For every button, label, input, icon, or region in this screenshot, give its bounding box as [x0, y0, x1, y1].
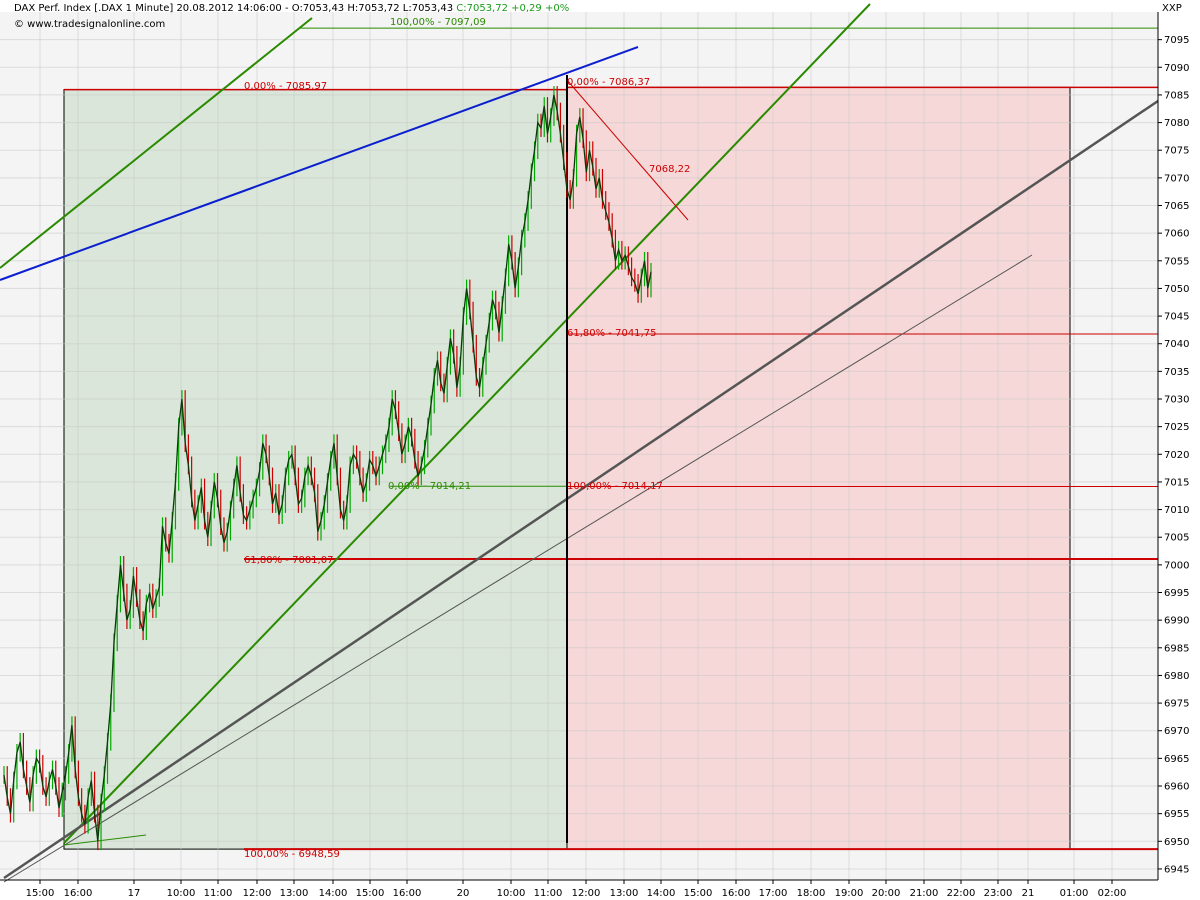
x-tick-label-14: 13:00 — [610, 888, 639, 899]
y-tick-label-20: 7045 — [1164, 312, 1189, 323]
x-tick-label-12: 11:00 — [534, 888, 563, 899]
red-fib-box — [567, 87, 1070, 849]
y-tick-label-21: 7050 — [1164, 284, 1189, 295]
y-tick-label-6: 6975 — [1164, 699, 1189, 710]
y-tick-label-5: 6970 — [1164, 726, 1189, 737]
fib-label-0: 100,00% - 7097,09 — [390, 17, 486, 28]
y-tick-label-8: 6985 — [1164, 643, 1189, 654]
x-tick-label-0: 15:00 — [26, 888, 55, 899]
y-tick-label-29: 7090 — [1164, 63, 1189, 74]
y-tick-label-24: 7065 — [1164, 201, 1189, 212]
y-tick-label-2: 6955 — [1164, 809, 1189, 820]
y-tick-label-26: 7075 — [1164, 146, 1189, 157]
green-fib-box — [64, 90, 567, 850]
symbol-label: XXP — [1162, 3, 1182, 14]
x-tick-label-16: 15:00 — [684, 888, 713, 899]
x-tick-label-20: 19:00 — [835, 888, 864, 899]
y-tick-label-4: 6965 — [1164, 754, 1189, 765]
y-tick-label-13: 7010 — [1164, 505, 1189, 516]
x-tick-label-18: 17:00 — [759, 888, 788, 899]
x-tick-label-19: 18:00 — [797, 888, 826, 899]
header-instrument: DAX Perf. Index [.DAX 1 Minute] 20.08.20… — [14, 3, 453, 14]
x-tick-label-17: 16:00 — [722, 888, 751, 899]
y-tick-label-1: 6950 — [1164, 837, 1189, 848]
y-tick-label-12: 7005 — [1164, 533, 1189, 544]
x-tick-label-22: 21:00 — [910, 888, 939, 899]
x-tick-label-11: 10:00 — [497, 888, 526, 899]
fib-label-3: 7068,22 — [649, 164, 690, 175]
fib-label-7: 61,80% - 7001,07 — [244, 555, 333, 566]
y-tick-label-25: 7070 — [1164, 173, 1189, 184]
x-tick-label-4: 11:00 — [204, 888, 233, 899]
y-tick-label-11: 7000 — [1164, 560, 1189, 571]
x-tick-label-6: 13:00 — [280, 888, 309, 899]
x-tick-label-26: 01:00 — [1060, 888, 1089, 899]
x-tick-label-23: 22:00 — [947, 888, 976, 899]
x-tick-label-13: 12:00 — [572, 888, 601, 899]
x-tick-label-1: 16:00 — [64, 888, 93, 899]
x-tick-label-8: 15:00 — [356, 888, 385, 899]
y-tick-label-17: 7030 — [1164, 395, 1189, 406]
x-tick-label-2: 17 — [128, 888, 141, 899]
y-tick-label-19: 7040 — [1164, 339, 1189, 350]
y-tick-label-9: 6990 — [1164, 616, 1189, 627]
fib-label-6: 100,00% - 7014,17 — [567, 481, 663, 492]
y-tick-label-14: 7015 — [1164, 477, 1189, 488]
y-tick-label-23: 7060 — [1164, 229, 1189, 240]
header-change: C:7053,72 +0,29 +0% — [456, 3, 569, 14]
fib-label-5: 0,00% - 7014,21 — [388, 481, 471, 492]
x-tick-label-7: 14:00 — [319, 888, 348, 899]
y-tick-label-18: 7035 — [1164, 367, 1189, 378]
price-chart[interactable]: 100,00% - 7097,09 0,00% - 7085,97 0,00% - … — [0, 0, 1200, 900]
x-tick-label-5: 12:00 — [243, 888, 272, 899]
y-tick-label-10: 6995 — [1164, 588, 1189, 599]
chart-window: 100,00% - 7097,09 0,00% - 7085,97 0,00% - … — [0, 0, 1200, 900]
y-tick-label-3: 6960 — [1164, 782, 1189, 793]
y-tick-label-28: 7085 — [1164, 90, 1189, 101]
y-tick-label-7: 6980 — [1164, 671, 1189, 682]
source-credit: © www.tradesignalonline.com — [14, 19, 165, 30]
header-quote: DAX Perf. Index [.DAX 1 Minute] 20.08.20… — [14, 3, 569, 14]
x-tick-label-10: 20 — [457, 888, 470, 899]
fib-label-2: 0,00% - 7086,37 — [567, 77, 650, 88]
x-tick-label-21: 20:00 — [872, 888, 901, 899]
fib-label-1: 0,00% - 7085,97 — [244, 81, 327, 92]
x-tick-label-3: 10:00 — [167, 888, 196, 899]
x-tick-label-15: 14:00 — [647, 888, 676, 899]
y-tick-label-16: 7025 — [1164, 422, 1189, 433]
y-tick-label-27: 7080 — [1164, 118, 1189, 129]
y-tick-label-22: 7055 — [1164, 256, 1189, 267]
x-tick-label-25: 21 — [1022, 888, 1035, 899]
y-tick-label-0: 6945 — [1164, 864, 1189, 875]
y-tick-label-15: 7020 — [1164, 450, 1189, 461]
fib-label-8: 100,00% - 6948,59 — [244, 849, 340, 860]
x-tick-label-27: 02:00 — [1098, 888, 1127, 899]
fib-label-4: 61,80% - 7041,75 — [567, 328, 656, 339]
x-tick-label-24: 23:00 — [984, 888, 1013, 899]
x-tick-label-9: 16:00 — [393, 888, 422, 899]
y-tick-label-30: 7095 — [1164, 35, 1189, 46]
